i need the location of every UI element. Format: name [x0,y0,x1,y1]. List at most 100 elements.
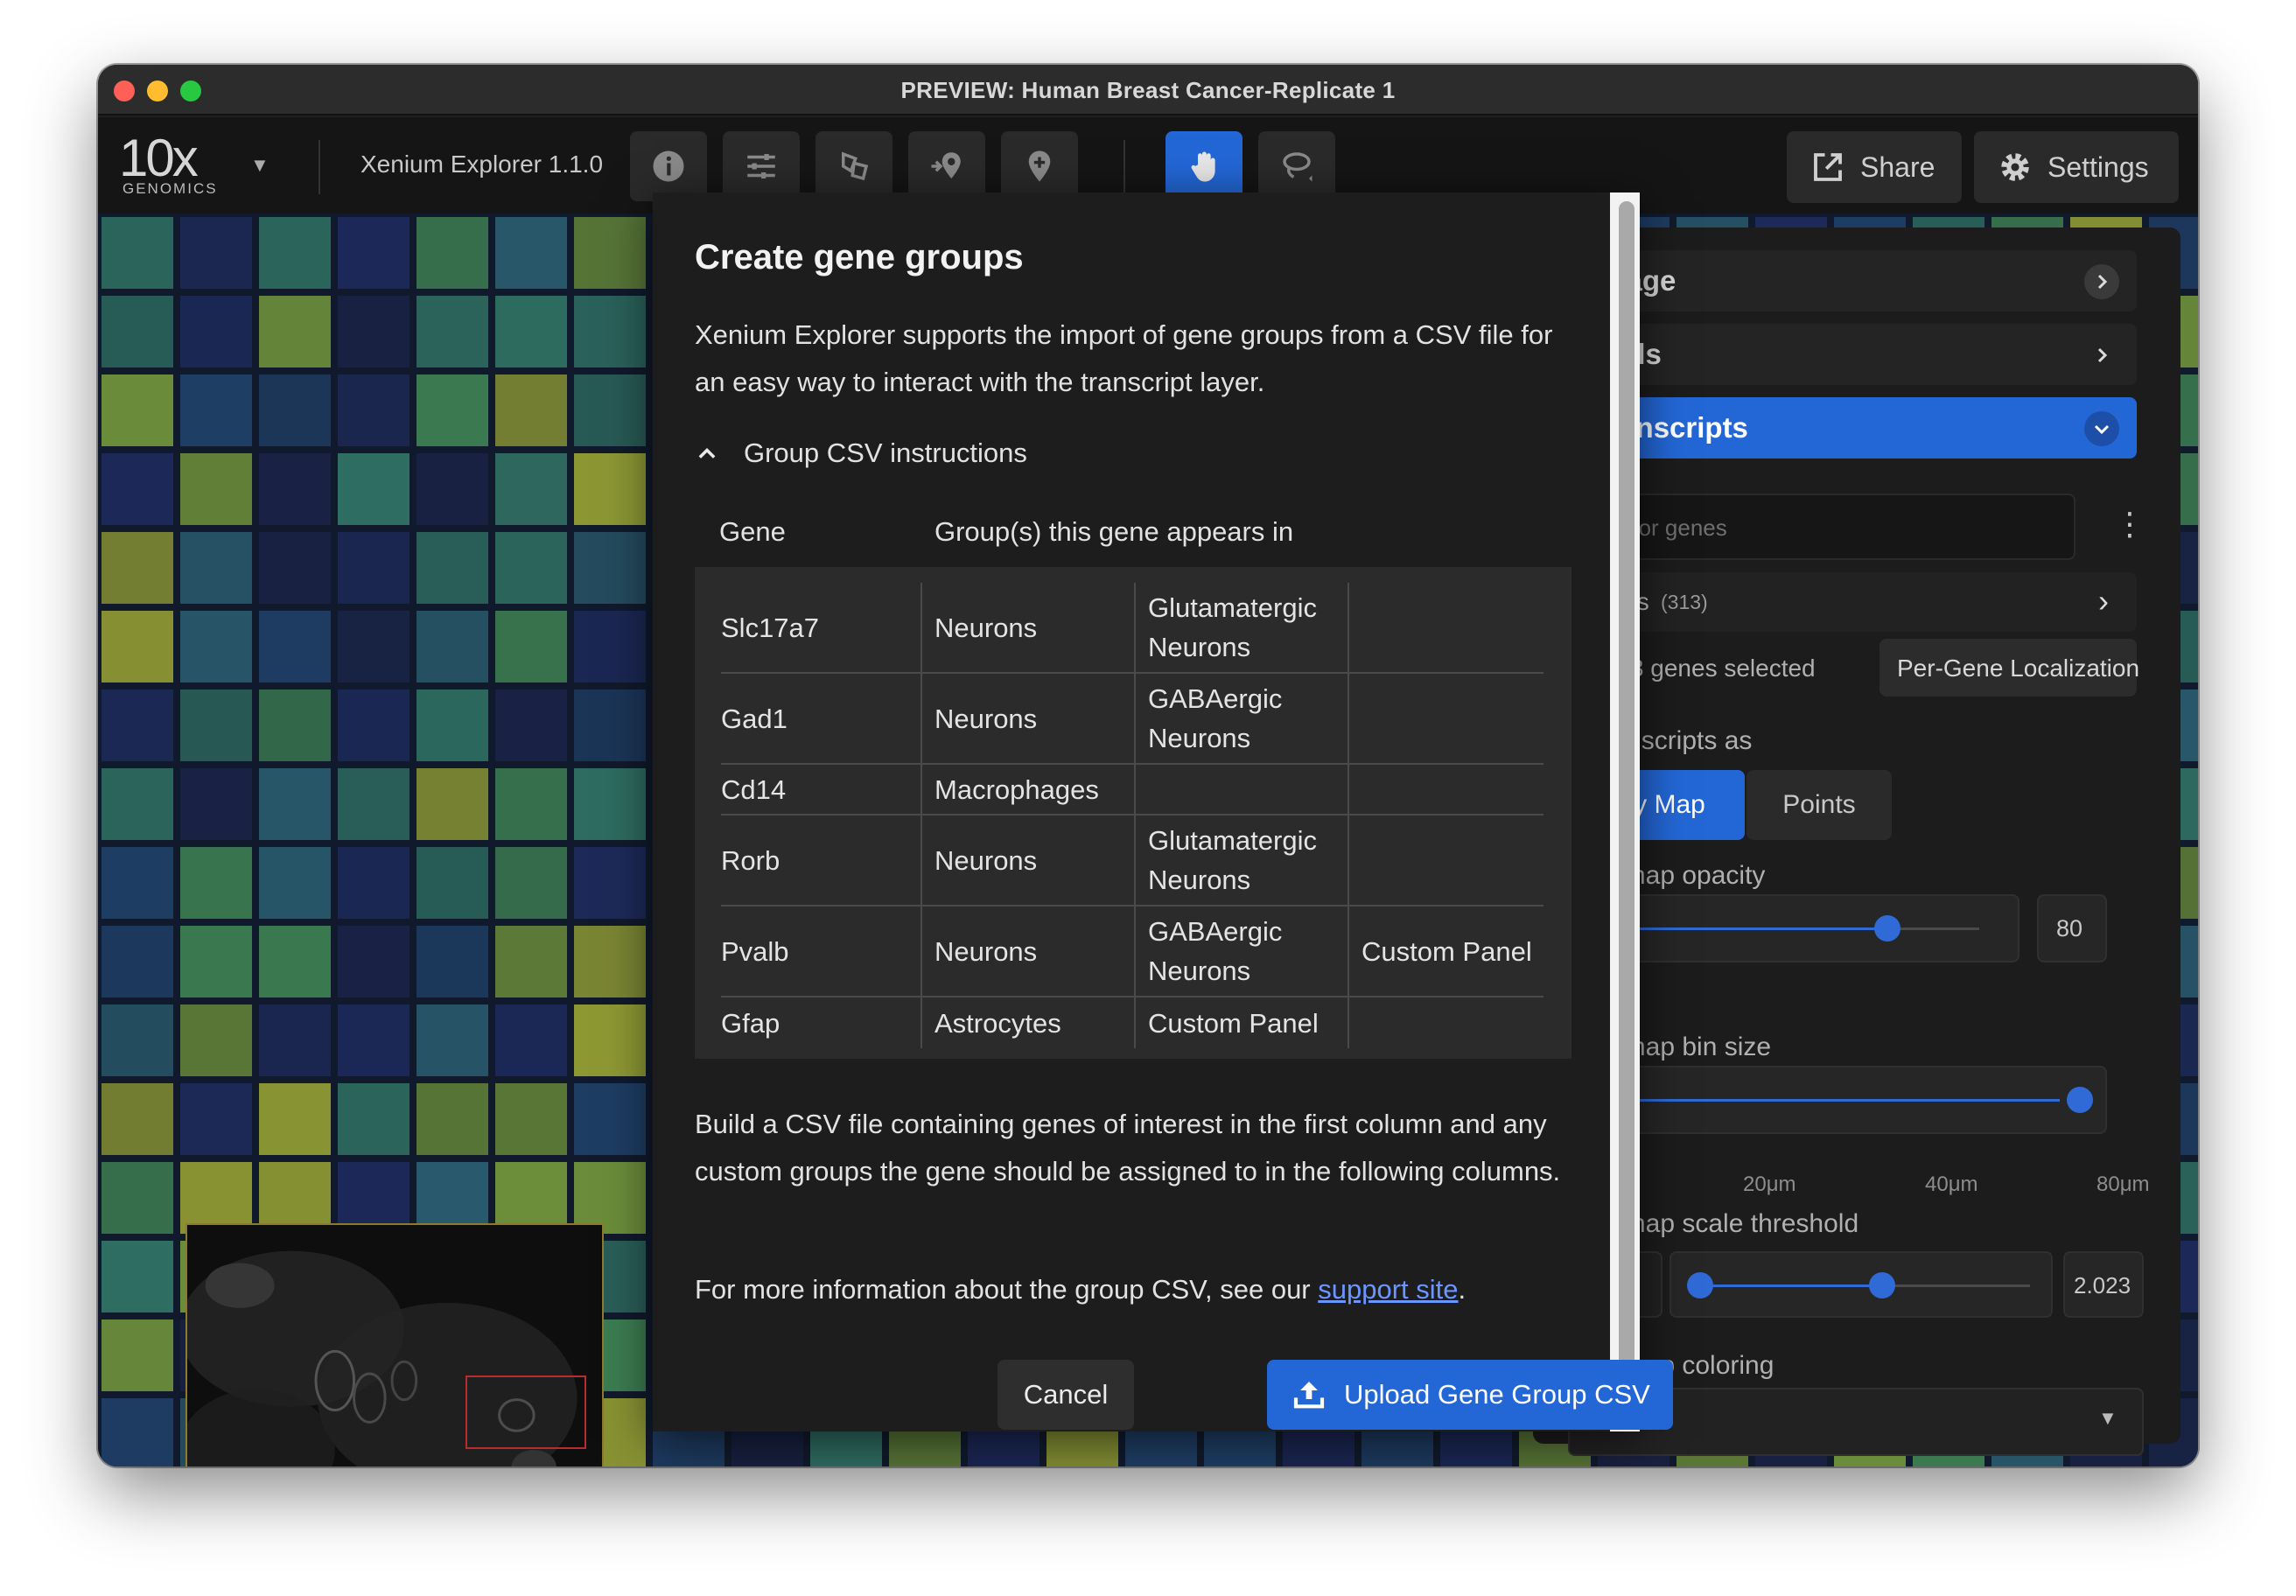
image-section-header[interactable]: Image [1568,250,2137,312]
density-tile [416,611,488,682]
density-tile [180,296,252,368]
location-pin-button[interactable] [1001,131,1078,201]
density-tile [416,532,488,604]
chevron-down-icon [2084,411,2119,446]
dialog-scrollbar[interactable] [1610,192,1640,1432]
table-header-gene: Gene [719,516,786,547]
pan-tool-button[interactable] [1166,131,1242,201]
density-tile [102,847,173,919]
dialog-scrollbar-thumb[interactable] [1619,201,1634,1400]
bin-size-slider[interactable] [1568,1066,2107,1134]
table-header-groups: Group(s) this gene appears in [934,516,1294,547]
scale-threshold-fill [1698,1284,1890,1287]
chevron-up-icon [698,448,716,458]
annotation-shapes-button[interactable] [816,131,892,201]
density-tile [495,611,567,682]
group-csv-instructions-toggle[interactable]: Group CSV instructions [695,438,1027,469]
points-toggle[interactable]: Points [1746,770,1892,840]
density-tile [574,847,646,919]
chevron-right-icon [2084,338,2119,373]
gene-cell: Gad1 [721,703,788,734]
opacity-slider-knob[interactable] [1874,915,1900,942]
adjustments-button[interactable] [723,131,800,201]
group-cell: Neurons [934,612,1038,643]
per-gene-localization-button[interactable]: Per-Gene Localization [1880,639,2139,696]
add-location-button[interactable] [908,131,985,201]
density-tile [259,847,331,919]
density-tile [259,1004,331,1076]
density-tile [180,217,252,289]
density-tile [338,847,410,919]
density-tile [102,532,173,604]
density-tile [259,690,331,761]
group-cell: Astrocytes [934,1007,1061,1039]
group-cell: GABAergic Neurons [1148,683,1283,753]
cancel-button[interactable]: Cancel [998,1360,1134,1430]
density-tile [102,1004,173,1076]
group-cell [1362,816,1545,905]
density-tile [259,611,331,682]
instructions-toggle-label: Group CSV instructions [744,438,1027,468]
density-tile [574,532,646,604]
transcripts-section-header[interactable]: Transcripts [1568,397,2137,458]
density-tile [416,374,488,446]
group-cell: Neurons [934,935,1038,967]
table-row: Gfap Astrocytes Custom Panel [721,998,1544,1048]
density-tile [180,1083,252,1155]
density-tile [495,926,567,998]
density-tile [102,926,173,998]
bin-size-slider-knob[interactable] [2067,1087,2093,1113]
scale-threshold-value-field[interactable]: 2.023 [2063,1251,2144,1318]
density-tile [102,217,173,289]
density-tile [416,296,488,368]
density-tile [180,453,252,525]
support-site-link[interactable]: support site [1318,1274,1458,1305]
density-tile [416,847,488,919]
window-title: PREVIEW: Human Breast Cancer-Replicate 1 [900,77,1396,103]
lasso-tool-button[interactable] [1258,131,1335,201]
scale-threshold-max-knob[interactable] [1869,1272,1895,1298]
density-tile [416,926,488,998]
settings-button[interactable]: Settings [1974,131,2179,203]
density-tile [338,690,410,761]
app-menu-chevron-down-icon[interactable]: ▼ [250,154,270,177]
table-row: Pvalb Neurons GABAergic Neurons Custom P… [721,906,1544,998]
scale-threshold-slider[interactable] [1670,1251,2053,1318]
dialog-intro-text: Xenium Explorer supports the import of g… [695,319,1553,397]
settings-label: Settings [2048,150,2149,183]
group-cell [1148,765,1340,814]
more-options-icon[interactable]: ⋮ [2114,506,2146,542]
dialog-title: Create gene groups [695,238,1024,276]
density-tile [495,1004,567,1076]
share-button[interactable]: Share [1787,131,1962,203]
density-tile [259,217,331,289]
density-tile [180,611,252,682]
location-pin-icon [1028,150,1051,182]
minimap-viewport-indicator[interactable] [466,1376,586,1449]
more-info-suffix: . [1458,1274,1466,1305]
density-tile [495,296,567,368]
overview-minimap[interactable] [186,1223,604,1466]
density-tile [259,296,331,368]
density-tile [495,1083,567,1155]
upload-gene-group-csv-button[interactable]: Upload Gene Group CSV [1267,1360,1673,1430]
genes-list-row[interactable]: enes (313) › [1568,572,2137,632]
10x-genomics-logo[interactable]: 10x GENOMICS [119,128,216,198]
info-button[interactable] [630,131,707,201]
gene-cell: Pvalb [721,935,789,967]
density-tile [259,926,331,998]
logo-main-text: 10x [119,129,199,187]
chevron-down-icon: ▼ [2098,1407,2118,1429]
group-cell: Glutamatergic Neurons [1148,825,1317,895]
cells-section-header[interactable]: Cells [1568,324,2137,385]
bin-tick-40: 40μm [1925,1172,1978,1196]
gear-icon [2001,153,2029,181]
table-row: Slc17a7 Neurons Glutamatergic Neurons [721,583,1544,674]
chevron-right-icon [2084,264,2119,299]
opacity-value-field[interactable]: 80 [2037,894,2107,962]
scale-threshold-min-knob[interactable] [1687,1272,1713,1298]
density-tile [338,1083,410,1155]
density-tile [416,690,488,761]
group-cell: Neurons [934,844,1038,876]
gene-search-input[interactable]: rch for genes [1568,494,2076,560]
